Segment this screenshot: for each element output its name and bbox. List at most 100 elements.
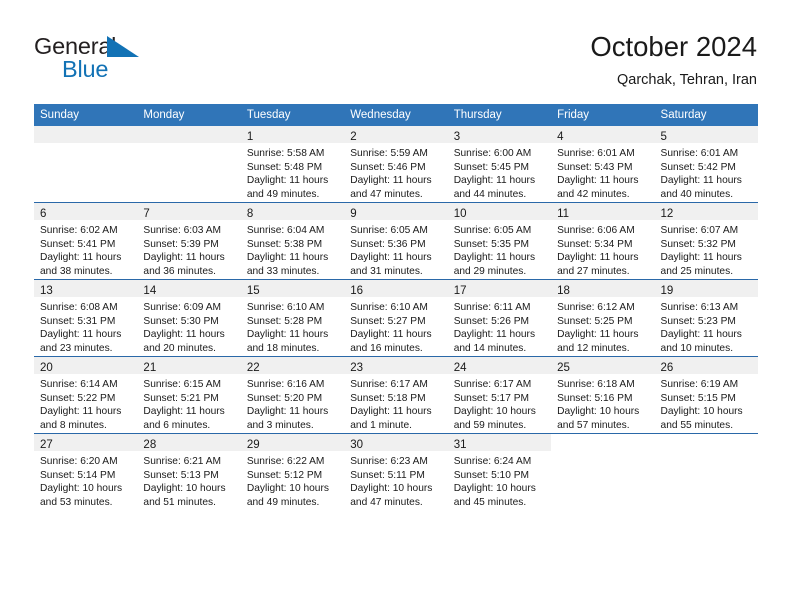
calendar-day-cell[interactable]: 20 Sunrise: 6:14 AM Sunset: 5:22 PM Dayligh… [34, 356, 138, 434]
day-details: Sunrise: 6:01 AM Sunset: 5:43 PM Daylight:… [551, 143, 654, 201]
day-number-strip [34, 126, 138, 143]
day-details [34, 143, 137, 147]
daylight-duration-line1: Daylight: 11 hours [453, 329, 536, 341]
day-details: Sunrise: 6:00 AM Sunset: 5:45 PM Daylight:… [448, 143, 551, 201]
daylight-duration-line1: Daylight: 10 hours [453, 406, 536, 418]
calendar-week-row: 20 Sunrise: 6:14 AM Sunset: 5:22 PM Dayligh… [34, 356, 758, 434]
sunrise-time: Sunrise: 6:05 AM [453, 225, 532, 236]
calendar-day-cell[interactable]: 23 Sunrise: 6:17 AM Sunset: 5:18 PM Dayligh… [344, 356, 448, 434]
calendar-day-cell[interactable]: 10 Sunrise: 6:05 AM Sunset: 5:35 PM Dayligh… [447, 202, 552, 280]
daylight-duration-line1: Daylight: 11 hours [453, 252, 536, 264]
calendar-page: General Blue October 2024 Qarchak, Tehra… [0, 0, 792, 612]
daylight-duration-line2: and 3 minutes. [246, 419, 314, 431]
day-number: 15 [246, 285, 260, 297]
sunrise-time: Sunrise: 6:12 AM [557, 302, 635, 313]
calendar-day-cell[interactable]: 24 Sunrise: 6:17 AM Sunset: 5:17 PM Dayligh… [447, 356, 552, 434]
calendar-day-cell[interactable]: 19 Sunrise: 6:13 AM Sunset: 5:23 PM Dayligh… [654, 279, 758, 357]
day-number: 23 [350, 362, 364, 374]
daylight-duration-line2: and 36 minutes. [143, 265, 216, 277]
day-number-strip: 25 [551, 357, 655, 374]
calendar-day-cell[interactable]: 26 Sunrise: 6:19 AM Sunset: 5:15 PM Dayligh… [654, 356, 758, 434]
daylight-duration-line2: and 47 minutes. [350, 496, 423, 508]
calendar-day-cell[interactable]: 18 Sunrise: 6:12 AM Sunset: 5:25 PM Dayligh… [551, 279, 655, 357]
day-number: 31 [453, 439, 467, 451]
calendar-day-cell[interactable]: 14 Sunrise: 6:09 AM Sunset: 5:30 PM Dayligh… [137, 279, 241, 357]
calendar-day-cell[interactable]: 27 Sunrise: 6:20 AM Sunset: 5:14 PM Dayligh… [34, 433, 138, 510]
calendar-day-cell[interactable]: 8 Sunrise: 6:04 AM Sunset: 5:38 PM Daylight… [240, 202, 345, 280]
day-details [137, 143, 240, 147]
calendar-day-cell[interactable]: 15 Sunrise: 6:10 AM Sunset: 5:28 PM Dayligh… [240, 279, 345, 357]
sunrise-time: Sunrise: 6:19 AM [660, 379, 739, 390]
sunset-time: Sunset: 5:31 PM [40, 315, 116, 327]
weekday-header-sunday: Sunday [34, 104, 138, 126]
calendar-day-cell[interactable]: 7 Sunrise: 6:03 AM Sunset: 5:39 PM Daylight… [137, 202, 241, 280]
calendar-day-cell[interactable]: 17 Sunrise: 6:11 AM Sunset: 5:26 PM Dayligh… [447, 279, 552, 357]
day-details: Sunrise: 6:05 AM Sunset: 5:35 PM Daylight:… [448, 220, 551, 278]
day-number-strip: 2 [344, 126, 448, 143]
calendar-day-cell[interactable]: 13 Sunrise: 6:08 AM Sunset: 5:31 PM Dayligh… [34, 279, 138, 357]
daylight-duration-line1: Daylight: 11 hours [350, 252, 432, 264]
day-details: Sunrise: 6:19 AM Sunset: 5:15 PM Daylight:… [655, 374, 758, 432]
day-details: Sunrise: 6:10 AM Sunset: 5:28 PM Daylight:… [241, 297, 344, 355]
day-number-strip [551, 434, 654, 451]
sunrise-time: Sunrise: 6:13 AM [660, 302, 739, 313]
day-details: Sunrise: 6:02 AM Sunset: 5:41 PM Daylight:… [34, 220, 137, 278]
day-number-strip: 24 [447, 357, 552, 374]
daylight-duration-line1: Daylight: 11 hours [143, 406, 225, 418]
daylight-duration-line1: Daylight: 10 hours [350, 483, 433, 495]
day-number: 27 [40, 439, 53, 451]
weekday-header-thursday: Thursday [447, 104, 552, 126]
calendar-day-cell-empty [34, 126, 138, 203]
calendar-day-cell[interactable]: 2 Sunrise: 5:59 AM Sunset: 5:46 PM Daylight… [344, 126, 448, 203]
calendar-day-cell[interactable]: 4 Sunrise: 6:01 AM Sunset: 5:43 PM Daylight… [551, 126, 655, 203]
logo-text-blue: Blue [62, 56, 109, 82]
day-number-strip: 26 [654, 357, 758, 374]
day-details: Sunrise: 6:13 AM Sunset: 5:23 PM Daylight:… [655, 297, 758, 355]
sunset-time: Sunset: 5:30 PM [143, 315, 219, 327]
calendar-week-row: 13 Sunrise: 6:08 AM Sunset: 5:31 PM Dayligh… [34, 279, 758, 357]
day-number-strip: 30 [344, 434, 448, 451]
day-details: Sunrise: 6:08 AM Sunset: 5:31 PM Daylight:… [34, 297, 137, 355]
sunset-time: Sunset: 5:39 PM [143, 238, 219, 250]
calendar-day-cell[interactable]: 12 Sunrise: 6:07 AM Sunset: 5:32 PM Dayligh… [654, 202, 758, 280]
calendar-day-cell[interactable]: 22 Sunrise: 6:16 AM Sunset: 5:20 PM Dayligh… [240, 356, 345, 434]
day-number-strip: 13 [34, 280, 138, 297]
day-number: 19 [660, 285, 674, 297]
calendar-day-cell[interactable]: 1 Sunrise: 5:58 AM Sunset: 5:48 PM Daylight… [240, 126, 345, 203]
calendar-day-cell[interactable]: 25 Sunrise: 6:18 AM Sunset: 5:16 PM Dayligh… [551, 356, 655, 434]
day-details: Sunrise: 6:06 AM Sunset: 5:34 PM Daylight:… [551, 220, 654, 278]
sunset-time: Sunset: 5:38 PM [246, 238, 323, 250]
day-number: 30 [350, 439, 364, 451]
calendar-day-cell[interactable]: 5 Sunrise: 6:01 AM Sunset: 5:42 PM Daylight… [654, 126, 758, 203]
calendar-day-cell[interactable]: 28 Sunrise: 6:21 AM Sunset: 5:13 PM Dayligh… [137, 433, 241, 510]
calendar-day-cell[interactable]: 6 Sunrise: 6:02 AM Sunset: 5:41 PM Daylight… [34, 202, 138, 280]
daylight-duration-line1: Daylight: 11 hours [350, 329, 432, 341]
day-number-strip: 9 [344, 203, 448, 220]
day-details: Sunrise: 6:15 AM Sunset: 5:21 PM Daylight:… [137, 374, 240, 432]
calendar-day-cell[interactable]: 3 Sunrise: 6:00 AM Sunset: 5:45 PM Daylight… [447, 126, 552, 203]
daylight-duration-line2: and 23 minutes. [40, 342, 113, 354]
calendar-day-cell[interactable]: 31 Sunrise: 6:24 AM Sunset: 5:10 PM Dayligh… [447, 433, 552, 510]
day-details: Sunrise: 6:12 AM Sunset: 5:25 PM Daylight:… [551, 297, 654, 355]
calendar-day-cell[interactable]: 16 Sunrise: 6:10 AM Sunset: 5:27 PM Dayligh… [344, 279, 448, 357]
sunrise-time: Sunrise: 6:20 AM [40, 456, 118, 467]
weekday-header-saturday: Saturday [654, 104, 758, 126]
calendar-day-cell[interactable]: 21 Sunrise: 6:15 AM Sunset: 5:21 PM Dayligh… [137, 356, 241, 434]
day-number: 8 [246, 208, 254, 220]
page-header: General Blue October 2024 Qarchak, Tehra… [0, 0, 792, 96]
day-number: 1 [246, 131, 254, 143]
daylight-duration-line1: Daylight: 11 hours [40, 329, 122, 341]
calendar-day-cell[interactable]: 30 Sunrise: 6:23 AM Sunset: 5:11 PM Dayligh… [344, 433, 448, 510]
sunset-time: Sunset: 5:16 PM [557, 392, 633, 404]
day-number-strip [655, 434, 758, 451]
calendar-day-cell-empty [551, 433, 655, 510]
calendar-day-cell[interactable]: 11 Sunrise: 6:06 AM Sunset: 5:34 PM Dayligh… [551, 202, 655, 280]
daylight-duration-line1: Daylight: 11 hours [660, 329, 742, 341]
daylight-duration-line2: and 31 minutes. [350, 265, 423, 277]
calendar-day-cell[interactable]: 9 Sunrise: 6:05 AM Sunset: 5:36 PM Daylight… [344, 202, 448, 280]
daylight-duration-line1: Daylight: 10 hours [143, 483, 226, 495]
calendar-week-row: 27 Sunrise: 6:20 AM Sunset: 5:14 PM Dayligh… [34, 433, 758, 510]
calendar-day-cell[interactable]: 29 Sunrise: 6:22 AM Sunset: 5:12 PM Dayligh… [240, 433, 345, 510]
day-details: Sunrise: 6:03 AM Sunset: 5:39 PM Daylight:… [137, 220, 240, 278]
day-number: 29 [246, 439, 260, 451]
